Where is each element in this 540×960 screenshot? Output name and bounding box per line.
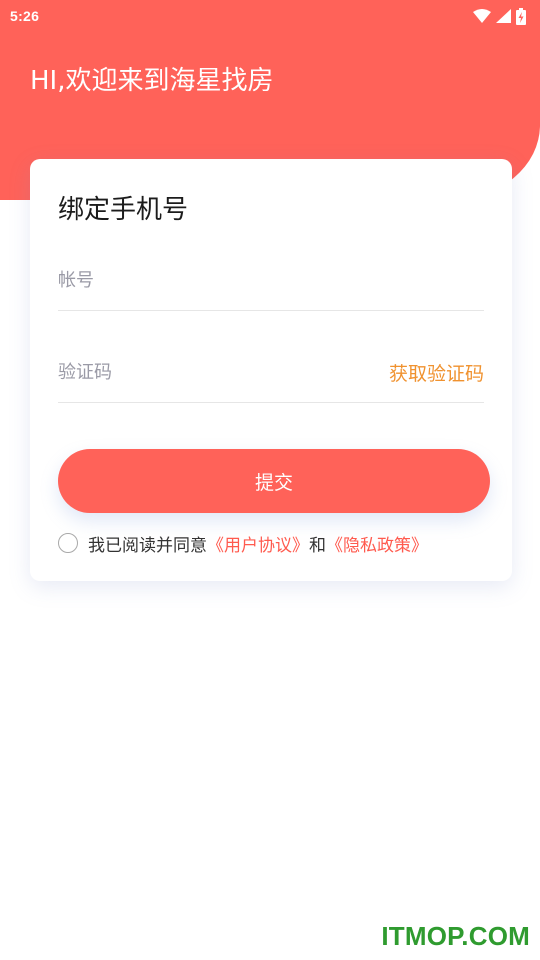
agreement-row: 我已阅读并同意 《用户协议》 和 《隐私政策》 [58, 531, 428, 556]
verification-code-input[interactable] [58, 362, 318, 383]
status-time: 5:26 [10, 8, 40, 24]
signal-icon [496, 9, 511, 23]
status-icons [473, 7, 526, 25]
status-bar: 5:26 [0, 0, 540, 32]
verification-code-field: 获取验证码 [58, 343, 484, 403]
user-agreement-link[interactable]: 《用户协议》 [207, 531, 309, 556]
wifi-icon [473, 9, 491, 23]
account-field [58, 251, 484, 311]
agreement-prefix: 我已阅读并同意 [88, 535, 207, 556]
account-input[interactable] [58, 270, 318, 291]
agree-checkbox[interactable] [58, 533, 78, 553]
submit-button[interactable]: 提交 [58, 449, 490, 513]
battery-charging-icon [516, 7, 526, 25]
watermark: ITMOP.COM [381, 921, 530, 951]
welcome-title: HI,欢迎来到海星找房 [30, 66, 274, 96]
card-title: 绑定手机号 [58, 195, 189, 225]
agreement-and: 和 [309, 535, 326, 556]
bind-phone-card: 绑定手机号 获取验证码 提交 我已阅读并同意 《用户协议》 和 《隐私政策》 [30, 159, 512, 581]
get-code-button[interactable]: 获取验证码 [389, 359, 484, 386]
privacy-policy-link[interactable]: 《隐私政策》 [326, 531, 428, 556]
